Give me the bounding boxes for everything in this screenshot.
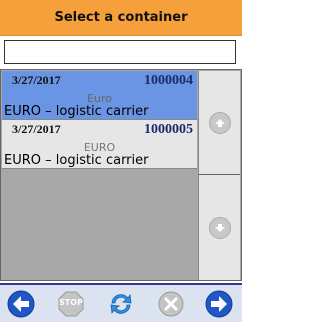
arrow-down-icon <box>208 216 231 239</box>
back-button[interactable] <box>6 289 36 319</box>
item-number: 1000005 <box>144 122 193 137</box>
cancel-button[interactable] <box>156 289 186 319</box>
item-date: 3/27/2017 <box>12 73 61 87</box>
close-icon <box>158 291 184 317</box>
container-list-frame: 3/27/2017 1000004 Euro EURO – logistic c… <box>0 69 242 281</box>
stop-button[interactable]: STOP <box>56 289 86 319</box>
item-name: EURO – logistic carrier <box>4 104 149 119</box>
arrow-up-icon <box>208 111 231 134</box>
list-item[interactable]: 3/27/2017 1000004 Euro EURO – logistic c… <box>2 71 197 120</box>
scroll-down-button[interactable] <box>198 175 240 280</box>
arrow-right-icon <box>205 290 233 318</box>
list-item[interactable]: 3/27/2017 1000005 EURO EURO – logistic c… <box>2 120 197 169</box>
arrow-left-icon <box>7 290 35 318</box>
title-bar: Select a container <box>0 0 242 36</box>
bottom-toolbar: STOP <box>0 283 242 322</box>
container-list: 3/27/2017 1000004 Euro EURO – logistic c… <box>2 71 197 280</box>
item-number: 1000004 <box>144 73 193 88</box>
page-title: Select a container <box>54 10 188 25</box>
refresh-button[interactable] <box>106 289 136 319</box>
forward-button[interactable] <box>204 289 234 319</box>
stop-label: STOP <box>59 298 83 307</box>
refresh-icon <box>110 293 132 315</box>
scroll-up-button[interactable] <box>198 71 240 175</box>
search-input[interactable] <box>4 40 236 64</box>
item-date: 3/27/2017 <box>12 122 61 136</box>
item-name: EURO – logistic carrier <box>4 153 149 168</box>
